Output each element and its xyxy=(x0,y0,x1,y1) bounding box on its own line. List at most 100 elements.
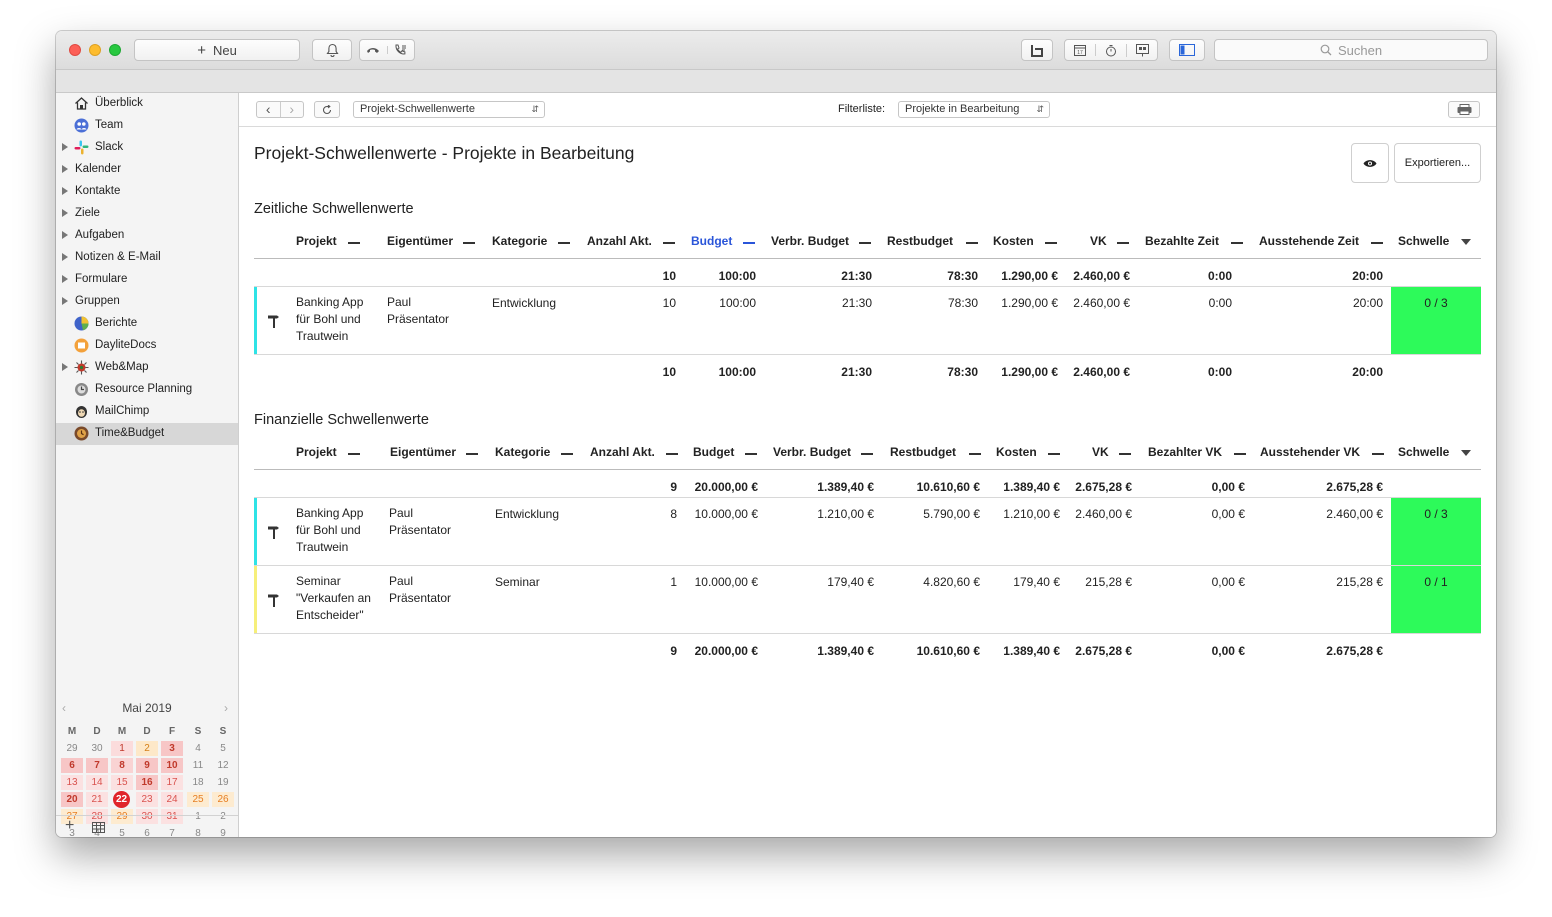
calendar-day[interactable]: 16 xyxy=(136,775,158,790)
sidebar-item-web-map[interactable]: Web&Map xyxy=(56,357,238,379)
calendar-day[interactable]: 9 xyxy=(136,758,158,773)
column-header-2[interactable]: Kategorie xyxy=(492,234,547,248)
sidebar-item-kalender[interactable]: Kalender xyxy=(56,159,238,181)
hang-up-icon[interactable] xyxy=(360,46,388,54)
sidebar-item-ziele[interactable]: Ziele xyxy=(56,203,238,225)
disclosure-triangle-icon[interactable] xyxy=(62,363,68,371)
column-header-1[interactable]: Eigentümer xyxy=(390,445,456,459)
calendar-day[interactable]: 18 xyxy=(187,775,209,790)
add-icon[interactable]: + xyxy=(65,817,74,835)
calendar-day[interactable]: 23 xyxy=(136,792,158,807)
calendar-day[interactable]: 5 xyxy=(212,741,234,756)
search-field[interactable]: Suchen xyxy=(1214,39,1488,61)
column-header-5[interactable]: Verbr. Budget xyxy=(773,445,851,459)
column-header-9[interactable]: Bezahlte Zeit xyxy=(1145,234,1219,248)
forward-icon[interactable]: › xyxy=(281,102,304,117)
disclosure-triangle-icon[interactable] xyxy=(62,187,68,195)
column-header-8[interactable]: VK xyxy=(1092,445,1109,459)
sidebar-item-daylitedocs[interactable]: DayliteDocs xyxy=(56,335,238,357)
project-name[interactable]: Banking App für Bohl und Trautwein xyxy=(296,294,363,345)
column-header-1[interactable]: Eigentümer xyxy=(387,234,453,248)
column-header-0[interactable]: Projekt xyxy=(296,234,337,248)
sidebar-toggle-button[interactable] xyxy=(1169,39,1205,61)
daylite-link-button[interactable] xyxy=(1021,39,1053,61)
column-header-3[interactable]: Anzahl Akt. xyxy=(590,445,655,459)
disclosure-triangle-icon[interactable] xyxy=(62,297,68,305)
export-button[interactable]: Exportieren... xyxy=(1394,143,1481,183)
calendar-day[interactable]: 17 xyxy=(161,775,183,790)
column-header-10[interactable]: Ausstehende Zeit xyxy=(1259,234,1359,248)
column-header-11[interactable]: Schwelle xyxy=(1398,234,1449,248)
disclosure-triangle-icon[interactable] xyxy=(62,253,68,261)
column-header-8[interactable]: VK xyxy=(1090,234,1107,248)
sidebar-item-notizen-e-mail[interactable]: Notizen & E-Mail xyxy=(56,247,238,269)
column-header-5[interactable]: Verbr. Budget xyxy=(771,234,849,248)
calendar-day[interactable]: 29 xyxy=(61,741,83,756)
calendar-day[interactable]: 26 xyxy=(212,792,234,807)
disclosure-triangle-icon[interactable] xyxy=(62,209,68,217)
sidebar-item-resource-planning[interactable]: Resource Planning xyxy=(56,379,238,401)
disclosure-triangle-icon[interactable] xyxy=(62,165,68,173)
notifications-button[interactable] xyxy=(312,39,352,61)
table-view-icon[interactable] xyxy=(92,822,105,833)
calendar-day[interactable]: 11 xyxy=(187,758,209,773)
column-header-10[interactable]: Ausstehender VK xyxy=(1260,445,1360,459)
column-header-4[interactable]: Budget xyxy=(691,234,732,248)
project-name[interactable]: Seminar "Verkaufen an Entscheider" xyxy=(296,573,371,624)
new-button[interactable]: + Neu xyxy=(134,39,300,61)
calendar-day[interactable]: 6 xyxy=(61,758,83,773)
back-icon[interactable]: ‹ xyxy=(257,102,281,117)
calendar-day[interactable]: 7 xyxy=(86,758,108,773)
calendar-day[interactable]: 8 xyxy=(111,758,133,773)
sidebar-item-gruppen[interactable]: Gruppen xyxy=(56,291,238,313)
reload-button[interactable] xyxy=(314,101,340,118)
calendar-day[interactable]: 10 xyxy=(161,758,183,773)
calendar-day[interactable]: 25 xyxy=(187,792,209,807)
call-log-icon[interactable] xyxy=(388,44,415,56)
sort-descending-icon[interactable] xyxy=(1461,239,1471,245)
template-icon[interactable] xyxy=(1127,43,1157,57)
calendar-17-icon[interactable]: 17 xyxy=(1065,44,1096,56)
disclosure-triangle-icon[interactable] xyxy=(62,231,68,239)
calendar-day[interactable]: 12 xyxy=(212,758,234,773)
calendar-day[interactable]: 13 xyxy=(61,775,83,790)
column-header-6[interactable]: Restbudget xyxy=(887,234,953,248)
sidebar-item-team[interactable]: Team xyxy=(56,115,238,137)
calendar-day[interactable]: 21 xyxy=(86,792,108,807)
column-header-7[interactable]: Kosten xyxy=(993,234,1034,248)
calendar-day[interactable]: 24 xyxy=(161,792,183,807)
sidebar-item-slack[interactable]: Slack xyxy=(56,137,238,159)
calendar-day[interactable]: 2 xyxy=(136,741,158,756)
sidebar-item-überblick[interactable]: Überblick xyxy=(56,93,238,115)
close-window-button[interactable] xyxy=(69,44,81,56)
calendar-next-month-icon[interactable]: › xyxy=(224,701,228,715)
sidebar-item-aufgaben[interactable]: Aufgaben xyxy=(56,225,238,247)
disclosure-triangle-icon[interactable] xyxy=(62,275,68,283)
project-name[interactable]: Banking App für Bohl und Trautwein xyxy=(296,505,363,556)
sidebar-item-time-budget[interactable]: Time&Budget xyxy=(56,423,238,445)
sidebar-item-berichte[interactable]: Berichte xyxy=(56,313,238,335)
column-header-3[interactable]: Anzahl Akt. xyxy=(587,234,652,248)
print-button[interactable] xyxy=(1448,101,1480,118)
sidebar-item-kontakte[interactable]: Kontakte xyxy=(56,181,238,203)
disclosure-triangle-icon[interactable] xyxy=(62,143,68,151)
calendar-today[interactable]: 22 xyxy=(113,791,130,808)
calendar-day[interactable]: 30 xyxy=(86,741,108,756)
column-header-9[interactable]: Bezahlter VK xyxy=(1148,445,1222,459)
column-header-0[interactable]: Projekt xyxy=(296,445,337,459)
filter-select[interactable]: Projekte in Bearbeitung ⇵ xyxy=(898,101,1050,118)
column-header-6[interactable]: Restbudget xyxy=(890,445,956,459)
column-header-7[interactable]: Kosten xyxy=(996,445,1037,459)
report-select[interactable]: Projekt-Schwellenwerte ⇵ xyxy=(353,101,545,118)
calendar-day[interactable]: 14 xyxy=(86,775,108,790)
column-header-2[interactable]: Kategorie xyxy=(495,445,550,459)
calendar-day[interactable]: 20 xyxy=(61,792,83,807)
column-header-4[interactable]: Budget xyxy=(693,445,734,459)
calendar-day[interactable]: 3 xyxy=(161,741,183,756)
sort-descending-icon[interactable] xyxy=(1461,450,1471,456)
minimize-window-button[interactable] xyxy=(89,44,101,56)
sidebar-item-formulare[interactable]: Formulare xyxy=(56,269,238,291)
calendar-day[interactable]: 19 xyxy=(212,775,234,790)
calendar-day[interactable]: 4 xyxy=(187,741,209,756)
preview-button[interactable] xyxy=(1351,143,1389,183)
